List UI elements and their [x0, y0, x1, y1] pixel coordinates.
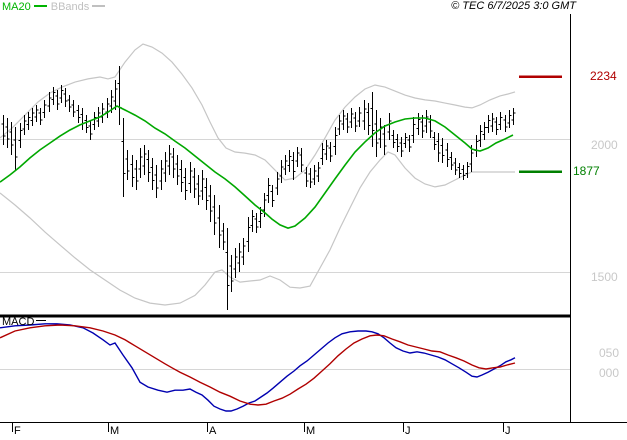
macd-axis-label-000: 000 — [599, 366, 620, 380]
macd-label-text: MACD — [2, 316, 35, 328]
chart-canvas — [0, 14, 627, 432]
bb-lower-band-line — [0, 151, 515, 306]
macd-axis-label-050: 050 — [599, 346, 620, 360]
legend-bbands-label: BBands — [50, 1, 90, 13]
month-label-J: J — [505, 425, 511, 437]
resistance-price-label: 2234 — [590, 69, 617, 83]
yaxis-label-2000: 2000 — [591, 138, 618, 152]
macd-line — [0, 323, 516, 412]
copyright-text: © TEC 6/7/2025 3:0 GMT — [451, 0, 576, 12]
month-label-F: F — [14, 425, 21, 437]
month-label-A: A — [209, 425, 217, 437]
ohlc-bars — [1, 66, 516, 310]
legend-ma20-line-swatch — [33, 5, 47, 8]
yaxis-label-1500: 1500 — [591, 270, 618, 284]
legend: MA20 BBands — [2, 2, 109, 13]
macd-signal-line — [0, 324, 516, 406]
ma20-line — [0, 105, 514, 229]
stock-chart: MA20 BBands © TEC 6/7/2025 3:0 GMT 2234 2… — [0, 0, 627, 440]
macd-panel-label: MACD — [2, 316, 47, 328]
month-label-M: M — [110, 425, 120, 437]
support-price-label: 1877 — [573, 164, 600, 178]
legend-bbands-line-swatch — [92, 5, 106, 8]
legend-ma20-label: MA20 — [2, 1, 31, 13]
macd-legend-line-swatch — [36, 320, 47, 322]
bb-upper-band-line — [0, 43, 516, 181]
month-label-M: M — [306, 425, 316, 437]
month-label-J: J — [405, 425, 411, 437]
